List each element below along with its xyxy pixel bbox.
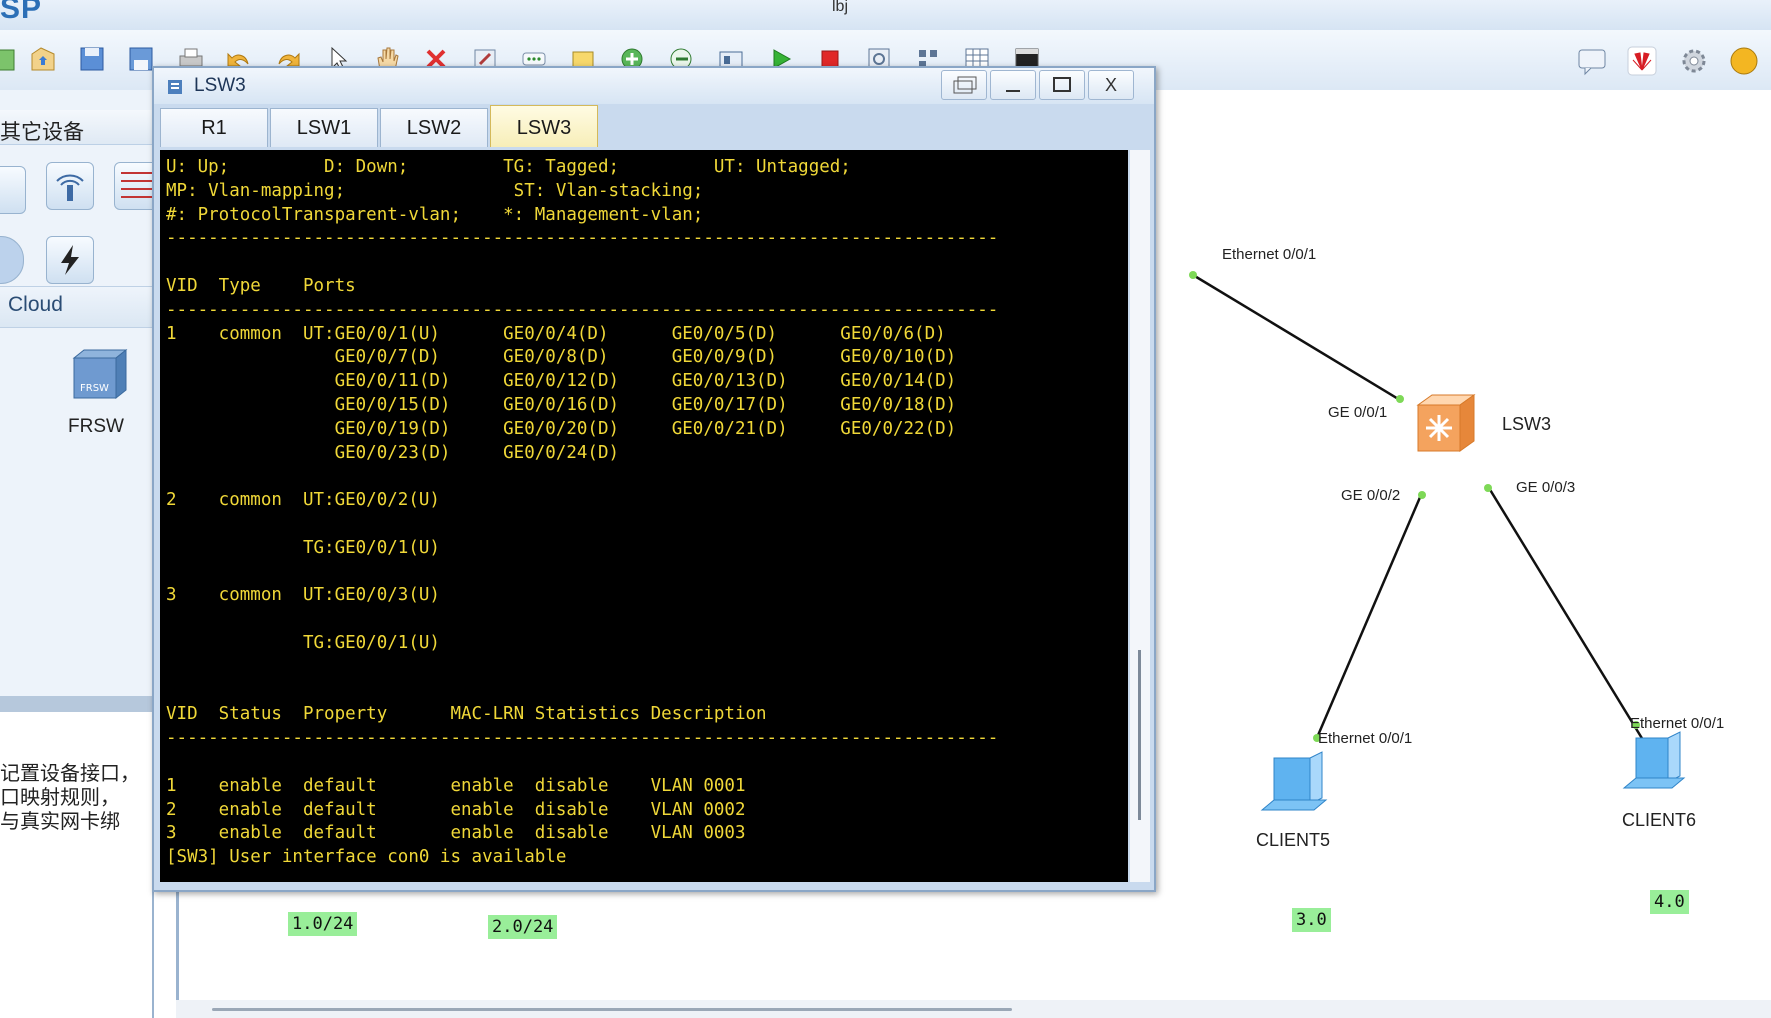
net-label[interactable]: 1.0/24 bbox=[288, 912, 358, 936]
terminal-title: LSW3 bbox=[194, 75, 246, 96]
device-category-title: 其它设备 bbox=[0, 121, 84, 144]
terminal-tabs: R1 LSW1 LSW2 LSW3 bbox=[160, 105, 1140, 148]
client6-label: CLIENT6 bbox=[1622, 810, 1697, 830]
lsw3-label: LSW3 bbox=[1502, 414, 1552, 434]
device-description-box bbox=[0, 712, 152, 1018]
frsw-device-icon[interactable]: FRSW bbox=[68, 346, 130, 402]
panel-divider[interactable] bbox=[0, 696, 152, 712]
cloud-category-strip[interactable]: Cloud bbox=[0, 286, 152, 328]
canvas-border bbox=[176, 878, 179, 1018]
open-icon[interactable] bbox=[28, 44, 58, 74]
net-label[interactable]: 3.0 bbox=[1292, 908, 1331, 932]
terminal-title-bar[interactable]: LSW3 X bbox=[154, 68, 1154, 104]
client6-icon[interactable] bbox=[1620, 730, 1690, 806]
frsw-icon-text: FRSW bbox=[80, 383, 109, 394]
app-logo: SP bbox=[0, 0, 43, 25]
huawei-icon[interactable] bbox=[1625, 44, 1659, 78]
client5-icon[interactable] bbox=[1254, 750, 1334, 830]
terminal-scrollbar-thumb[interactable] bbox=[1138, 650, 1141, 820]
net-label[interactable]: 2.0/24 bbox=[488, 915, 558, 939]
tab-lsw3[interactable]: LSW3 bbox=[490, 105, 598, 147]
chat-icon[interactable] bbox=[1575, 44, 1609, 78]
save-icon[interactable] bbox=[77, 44, 107, 74]
terminal-window[interactable]: LSW3 X R1 LSW1 LSW2 LSW3 U: Up; D: Down;… bbox=[152, 66, 1156, 892]
minimize-icon[interactable] bbox=[990, 70, 1036, 100]
client5-label: CLIENT5 bbox=[1256, 830, 1331, 850]
app-title-bar: SP lbj bbox=[0, 0, 1771, 31]
cloud-label: Cloud bbox=[8, 293, 63, 316]
terminal-output: U: Up; D: Down; TG: Tagged; UT: Untagged… bbox=[166, 157, 999, 868]
help-icon[interactable] bbox=[1727, 44, 1761, 78]
new-icon[interactable] bbox=[0, 44, 24, 74]
tab-lsw1[interactable]: LSW1 bbox=[270, 108, 378, 147]
canvas-horizontal-scrollbar[interactable] bbox=[176, 1000, 1771, 1018]
port-label-ge3: GE 0/0/3 bbox=[1516, 479, 1576, 496]
tab-r1[interactable]: R1 bbox=[160, 108, 268, 147]
terminal-console[interactable]: U: Up; D: Down; TG: Tagged; UT: Untagged… bbox=[160, 150, 1128, 882]
wireless-ap-icon[interactable] bbox=[46, 162, 94, 210]
window-title: lbj bbox=[832, 0, 849, 15]
port-label-client6-eth: Ethernet 0/0/1 bbox=[1630, 715, 1725, 732]
close-button[interactable]: X bbox=[1088, 70, 1134, 100]
power-icon[interactable] bbox=[46, 236, 94, 284]
port-label-eth-top: Ethernet 0/0/1 bbox=[1222, 246, 1317, 263]
cloud-device-icon[interactable] bbox=[0, 236, 24, 284]
gear-icon[interactable] bbox=[1677, 44, 1711, 78]
scrollbar-thumb[interactable] bbox=[212, 1008, 1012, 1011]
device-panel: 其它设备 Cloud FRSW FRSW bbox=[0, 90, 162, 1018]
maximize-icon[interactable] bbox=[1039, 70, 1085, 100]
tab-lsw2[interactable]: LSW2 bbox=[380, 108, 488, 147]
switch-small-icon bbox=[166, 76, 188, 103]
terminal-scrollbar[interactable] bbox=[1130, 150, 1150, 882]
restore-icon[interactable] bbox=[941, 70, 987, 100]
port-label-ge1: GE 0/0/1 bbox=[1328, 404, 1388, 421]
port-label-ge2: GE 0/0/2 bbox=[1341, 487, 1401, 504]
switch-device-icon[interactable] bbox=[0, 166, 26, 214]
port-label-client5-eth: Ethernet 0/0/1 bbox=[1318, 730, 1413, 747]
frsw-label: FRSW bbox=[68, 416, 124, 437]
device-description: 记置设备接口， 口映射规则， 与真实网卡绑 bbox=[0, 763, 140, 833]
device-category-header[interactable]: 其它设备 bbox=[0, 110, 152, 145]
net-label[interactable]: 4.0 bbox=[1650, 890, 1689, 914]
lsw3-switch-icon[interactable] bbox=[1414, 391, 1478, 455]
